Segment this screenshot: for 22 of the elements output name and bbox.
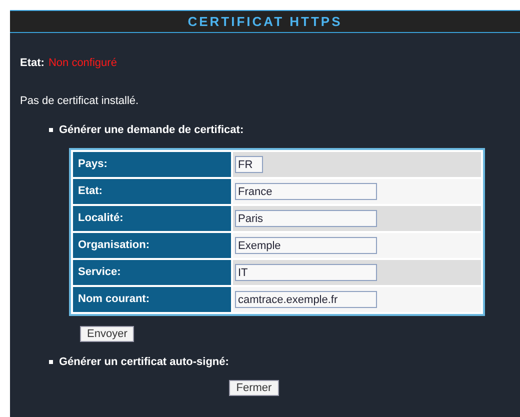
bullet-icon — [49, 128, 53, 132]
bullet-icon — [49, 360, 53, 364]
text-field[interactable]: camtrace.exemple.fr — [235, 291, 377, 308]
field-label: Etat: — [73, 179, 231, 204]
status-value: Non configuré — [48, 57, 117, 69]
text-field[interactable]: IT — [235, 264, 377, 281]
section-heading: Générer un certificat auto-signé: — [59, 356, 229, 368]
page-title: CERTIFICAT HTTPS — [188, 14, 342, 29]
field-label: Nom courant: — [73, 287, 231, 312]
field-label: Localité: — [73, 206, 231, 231]
text-field[interactable]: FR — [235, 156, 263, 173]
status-label: Etat: — [20, 57, 44, 69]
field-label: Pays: — [73, 152, 231, 177]
info-message: Pas de certificat installé. — [20, 95, 140, 107]
text-field[interactable]: France — [235, 183, 377, 200]
send-button[interactable]: Envoyer — [80, 326, 134, 342]
section-heading: Générer une demande de certificat: — [59, 124, 244, 136]
field-label: Organisation: — [73, 233, 231, 258]
text-field[interactable]: Paris — [235, 210, 377, 227]
close-button[interactable]: Fermer — [229, 380, 279, 396]
field-label: Service: — [73, 260, 231, 285]
text-field[interactable]: Exemple — [235, 237, 377, 254]
